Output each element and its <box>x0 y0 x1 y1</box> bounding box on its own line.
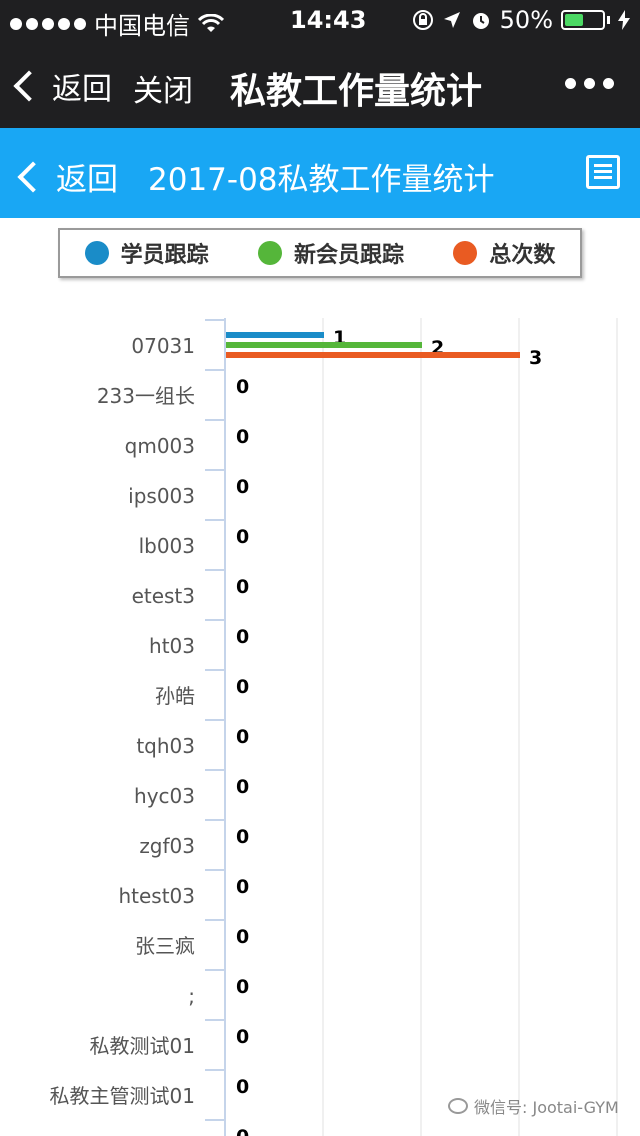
charging-icon <box>618 10 630 30</box>
data-label: 0 <box>236 1076 249 1098</box>
battery-percent: 50% <box>499 6 553 34</box>
data-label: 0 <box>236 1026 249 1048</box>
chevron-left-icon <box>13 70 45 102</box>
category-label: 07031 <box>131 334 195 358</box>
wechat-back-label: 返回 <box>52 72 112 107</box>
data-label: 0 <box>236 526 249 548</box>
category-label: ht03 <box>149 634 195 658</box>
data-label: 0 <box>236 626 249 648</box>
category-label: 私教主管测试01 <box>50 1084 195 1108</box>
data-label: 0 <box>236 926 249 948</box>
data-label: 0 <box>236 976 249 998</box>
category-label: 233一组长 <box>97 384 195 408</box>
category-label: etest3 <box>132 584 195 608</box>
wechat-page-title: 私教工作量统计 <box>230 71 483 112</box>
data-label: 0 <box>236 776 249 798</box>
category-label: 孙皓 <box>155 684 195 708</box>
category-label: hyc03 <box>134 784 195 808</box>
legend-label: 新会员跟踪 <box>293 243 404 268</box>
data-label: 0 <box>236 476 249 498</box>
bar-新会员跟踪 <box>226 342 422 348</box>
chart-svg: 07031 1 2 3233一组长 0qm003 0ips003 0lb003 0etest3… <box>50 318 618 1136</box>
legend-label: 总次数 <box>489 243 556 268</box>
data-label: 3 <box>529 347 542 369</box>
data-label: 0 <box>236 576 249 598</box>
watermark: 微信号: Jootai-GYM <box>448 1094 619 1118</box>
watermark-text: 微信号: Jootai-GYM <box>474 1098 619 1117</box>
chart-legend: 学员跟踪 新会员跟踪 总次数 <box>58 228 582 278</box>
more-icon[interactable] <box>565 78 614 89</box>
orientation-lock-icon <box>412 10 433 30</box>
battery-tip <box>607 16 610 24</box>
wechat-nav-bar: 返回 关闭 私教工作量统计 <box>0 40 640 128</box>
battery-icon <box>561 10 605 30</box>
data-label: 0 <box>236 726 249 748</box>
legend-swatch <box>453 241 478 265</box>
carrier-label: 中国电信 <box>94 12 190 40</box>
list-icon[interactable] <box>586 155 620 189</box>
app-page-title: 2017-08私教工作量统计 <box>148 162 495 198</box>
legend-item-new-member-tracking[interactable]: 新会员跟踪 <box>257 237 404 269</box>
category-label: 张三疯 <box>135 934 195 958</box>
wechat-back-button[interactable]: 返回 <box>13 64 112 108</box>
app-back-label: 返回 <box>56 162 118 198</box>
category-label: 私教测试01 <box>90 1034 195 1058</box>
signal-strength-icon <box>10 17 86 30</box>
status-right: 50% <box>412 6 630 34</box>
status-left: 中国电信 <box>10 6 224 41</box>
category-label: ips003 <box>128 484 195 508</box>
legend-item-total[interactable]: 总次数 <box>453 237 555 269</box>
wechat-close-button[interactable]: 关闭 <box>133 66 193 110</box>
alarm-icon <box>472 13 489 29</box>
bar-总次数 <box>226 352 520 358</box>
category-label: ; <box>188 984 195 1008</box>
data-label: 0 <box>236 826 249 848</box>
status-bar: 中国电信 14:43 50% <box>0 0 640 40</box>
data-label: 0 <box>236 376 249 398</box>
status-time: 14:43 <box>290 6 367 34</box>
legend-label: 学员跟踪 <box>120 243 209 268</box>
category-label: zgf03 <box>139 834 195 858</box>
location-icon <box>443 12 460 28</box>
app-header: 返回 2017-08私教工作量统计 <box>0 128 640 218</box>
workload-bar-chart: 07031 1 2 3 233一组长 0 qm003 0 ips003 0 lb003 0 etest3… <box>0 300 640 1136</box>
app-back-button[interactable]: 返回 <box>17 154 118 199</box>
legend-item-student-tracking[interactable]: 学员跟踪 <box>84 237 209 269</box>
category-label: qm003 <box>125 434 195 458</box>
category-label: lb003 <box>139 534 195 558</box>
category-label: htest03 <box>118 884 195 908</box>
legend-swatch <box>84 241 109 265</box>
data-label: 0 <box>236 426 249 448</box>
data-label: 0 <box>236 1126 249 1136</box>
legend-swatch <box>257 241 282 265</box>
data-label: 0 <box>236 676 249 698</box>
data-label: 0 <box>236 876 249 898</box>
category-label: tqh03 <box>136 734 195 758</box>
chevron-left-icon <box>17 160 49 193</box>
bar-学员跟踪 <box>226 332 324 338</box>
wifi-icon <box>198 13 224 32</box>
wechat-icon <box>448 1098 468 1114</box>
